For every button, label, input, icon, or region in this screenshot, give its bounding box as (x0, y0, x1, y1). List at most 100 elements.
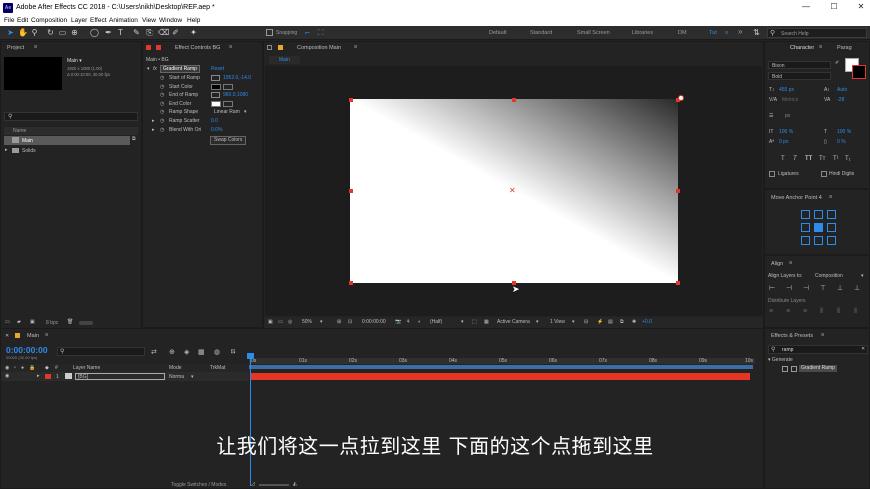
clear-search-icon[interactable]: ✕ (861, 346, 865, 352)
lock-icon[interactable] (267, 45, 272, 50)
workspace-tut[interactable]: Tut (709, 30, 717, 36)
expand-arrow-icon[interactable]: ▸ (5, 147, 8, 153)
workspace-more-button[interactable]: » (738, 27, 742, 36)
delete-icon[interactable]: 🗑 (67, 319, 73, 325)
effects-search-input[interactable]: ⚲ ramp ✕ (768, 345, 868, 354)
menu-help[interactable]: Help (187, 17, 200, 24)
fx-toggle[interactable]: fx (153, 66, 157, 72)
work-area-bar[interactable] (249, 365, 753, 369)
menu-effect[interactable]: Effect (90, 17, 107, 24)
small-caps-button[interactable]: Tт (819, 156, 825, 162)
maximize-button[interactable]: ☐ (824, 2, 844, 11)
align-top-icon[interactable]: ⊤ (820, 284, 826, 292)
workspace-dm[interactable]: DM (678, 30, 687, 36)
video-toggle-icon[interactable]: ◉ (5, 365, 9, 371)
search-help-box[interactable]: ⚲ Search Help (767, 28, 867, 38)
snapping-checkbox[interactable] (266, 29, 273, 36)
flowchart-icon[interactable]: ⧉ (132, 136, 136, 142)
monitor-icon[interactable]: ▭ (278, 319, 283, 325)
transform-handle-tl[interactable] (349, 98, 353, 102)
expand-arrow-icon[interactable]: ▸ (152, 117, 155, 126)
category-generate[interactable]: ▾ Generate (768, 357, 793, 363)
collapse-arrow-icon[interactable]: ▾ (147, 66, 150, 72)
zoom-out-icon[interactable]: ◿ (251, 481, 255, 487)
shy-layers-icon[interactable]: ◈ (184, 348, 189, 356)
resolution-dropdown[interactable]: (Half) (430, 319, 442, 325)
align-vertical-center-icon[interactable]: ⊥ (837, 284, 843, 292)
character-tab[interactable]: Character (790, 45, 814, 51)
selection-tool-icon[interactable]: ➤ (6, 28, 15, 37)
always-preview-icon[interactable]: ▣ (268, 319, 273, 325)
horizontal-scale-value[interactable]: 100 % (837, 129, 851, 135)
frame-blending-icon[interactable]: ▦ (198, 348, 205, 356)
rotate-tool-icon[interactable]: ↻ (46, 28, 55, 37)
exposure-value[interactable]: +0.0 (642, 319, 652, 325)
current-time-indicator[interactable] (250, 353, 251, 486)
align-to-dropdown[interactable]: Composition (815, 273, 843, 279)
anchor-top-right-button[interactable] (827, 210, 836, 219)
font-size-value[interactable]: 455 px (779, 87, 794, 93)
distribute-hcenter-icon[interactable]: ⦀ (837, 308, 840, 316)
label-column-icon[interactable]: ◆ (45, 365, 49, 371)
workspace-small-screen[interactable]: Small Screen (577, 30, 610, 36)
pen-tool-icon[interactable]: ✒ (104, 28, 113, 37)
hindi-digits-checkbox[interactable] (821, 171, 827, 177)
chevron-down-icon[interactable]: ▾ (461, 319, 464, 325)
snap-edges-icon[interactable]: ⌐ (303, 28, 312, 37)
minimize-button[interactable]: — (796, 2, 816, 11)
menu-window[interactable]: Window (159, 17, 182, 24)
layer-visibility-icon[interactable]: ◉ (5, 373, 9, 379)
transform-handle-mr[interactable] (676, 189, 680, 193)
stopwatch-icon[interactable]: ◷ (160, 100, 164, 109)
project-menu-icon[interactable]: ≡ (34, 44, 37, 50)
chevron-down-icon[interactable]: ▾ (320, 319, 323, 325)
workspace-standard[interactable]: Standard (530, 30, 552, 36)
transparency-grid-icon[interactable]: ▦ (484, 319, 489, 325)
fast-previews-icon[interactable]: ⚡ (597, 319, 603, 325)
crosshair-icon[interactable] (211, 75, 220, 81)
draft-3d-icon[interactable]: ⊕ (169, 348, 175, 356)
menu-edit[interactable]: Edit (17, 17, 28, 24)
workspace-menu-icon[interactable]: ≡ (725, 30, 728, 36)
prop-value[interactable]: 0.0% (211, 126, 222, 135)
lock-icon[interactable] (146, 45, 151, 50)
effects-presets-menu-icon[interactable]: ≡ (821, 332, 824, 338)
align-left-icon[interactable]: ⊢ (769, 284, 775, 292)
prop-value[interactable]: 0.0 (211, 117, 218, 126)
reset-link[interactable]: Reset (211, 66, 224, 72)
menu-file[interactable]: File (4, 17, 14, 24)
timeline-icon[interactable]: ▤ (608, 319, 613, 325)
layer-row-1[interactable]: ◉ ▸ 1 [BG] Norma ▾ (1, 372, 249, 381)
snapshot-icon[interactable]: 📷 (395, 319, 401, 325)
ligatures-checkbox[interactable] (769, 171, 775, 177)
composition-menu-icon[interactable]: ≡ (354, 44, 357, 50)
tracking-value[interactable]: -28 (837, 97, 844, 103)
timeline-search-input[interactable]: ⚲ (57, 347, 145, 356)
ellipse-tool-icon[interactable]: ◯ (90, 28, 99, 37)
project-row-solids[interactable]: ▸ Solids (4, 146, 130, 155)
number-column-icon[interactable]: # (55, 365, 58, 371)
zoom-in-icon[interactable]: ◭ (293, 481, 297, 487)
layer-name[interactable]: [BG] (75, 372, 165, 380)
align-horizontal-center-icon[interactable]: ⊣ (786, 284, 792, 292)
distribute-top-icon[interactable]: ≡ (769, 308, 773, 315)
new-folder-icon[interactable]: ▰ (17, 319, 21, 325)
stopwatch-icon[interactable]: ◷ (160, 74, 164, 83)
eraser-tool-icon[interactable]: ⌫ (158, 28, 169, 37)
baseline-shift-value[interactable]: 0 px (779, 139, 788, 145)
stroke-color-swatch[interactable] (852, 65, 866, 79)
show-snapshot-icon[interactable]: ⚘ (406, 319, 410, 325)
eyedropper-icon[interactable] (223, 83, 233, 90)
views-dropdown[interactable]: 1 View (550, 319, 565, 325)
tsume-value[interactable]: 0 % (837, 139, 846, 145)
composition-subtab-main[interactable]: Main (269, 56, 300, 64)
project-row-main[interactable]: Main (4, 136, 130, 145)
timeline-zoom-slider[interactable] (259, 484, 289, 486)
lock-toggle-icon[interactable]: 🔒 (29, 365, 35, 371)
effect-name[interactable]: Gradient Ramp (160, 65, 200, 73)
mask-visibility-icon[interactable]: ◎ (288, 319, 292, 325)
stroke-width-unit[interactable]: px (785, 113, 790, 119)
toggle-switches-modes-button[interactable]: Toggle Switches / Modes (171, 482, 226, 488)
distribute-left-icon[interactable]: ⦀ (820, 308, 823, 316)
layer-duration-bar[interactable] (250, 373, 750, 380)
